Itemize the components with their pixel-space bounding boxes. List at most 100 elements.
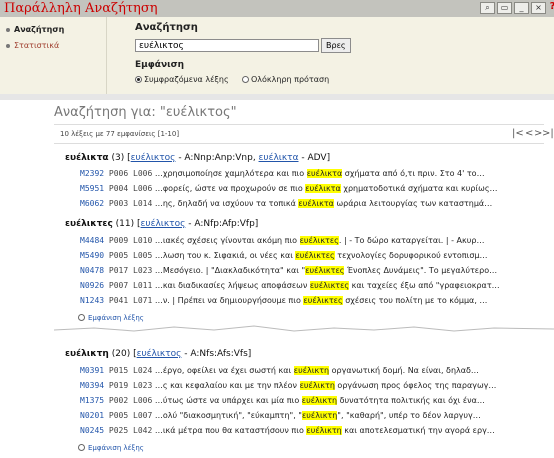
keyword-highlight: ευέλικτη	[301, 396, 338, 405]
paragraph-ref: P015	[108, 366, 129, 375]
search-panel-title: Αναζήτηση	[135, 22, 198, 33]
find-window-button[interactable]: ⌕	[480, 2, 495, 14]
sentence-id-link[interactable]: M2392	[80, 169, 104, 178]
paragraph-ref: P006	[108, 169, 129, 178]
sentence-id-link[interactable]: N0926	[80, 281, 104, 290]
search-button[interactable]: Βρες	[321, 38, 351, 53]
paragraph-ref: P009	[108, 236, 129, 245]
torn-edge-divider	[54, 325, 554, 332]
radio-label: Συμφραζόμενα λέξης	[144, 75, 229, 84]
pager-first-button[interactable]: |<	[512, 128, 524, 139]
help-button[interactable]: ?	[545, 2, 554, 14]
sentence-id-link[interactable]: M4484	[80, 236, 104, 245]
kwic-row: M4484 P009 L010 …ιακές σχέσεις γίνονται …	[80, 236, 550, 245]
keyword-highlight: ευέλικτη	[299, 381, 335, 390]
line-ref: L014	[133, 199, 153, 208]
pos-tag: - ADV]	[298, 153, 331, 163]
sentence-id-link[interactable]: M5951	[80, 184, 104, 193]
lemma-link[interactable]: ευέλικτος	[141, 219, 186, 229]
sentence-id-link[interactable]: M5490	[80, 251, 104, 260]
pager-last-button[interactable]: >|	[542, 128, 554, 139]
display-options-title: Εμφάνιση	[135, 60, 185, 70]
attach-window-button[interactable]: ▭	[497, 2, 512, 14]
word-group-header: ευέλικτες (11) [ευέλικτος - A:Nfp:Afp:Vf…	[65, 219, 259, 229]
bullet-icon	[6, 27, 10, 32]
divider	[54, 124, 544, 125]
lemma-link[interactable]: ευέλικτος	[131, 153, 176, 163]
line-ref: L042	[133, 426, 153, 435]
sentence-id-link[interactable]: M0394	[80, 381, 104, 390]
sentence-id-link[interactable]: M6062	[80, 199, 104, 208]
lemma-link[interactable]: ευέλικτα	[259, 153, 299, 163]
radio-label: Ολόκληρη πρόταση	[251, 75, 330, 84]
minimize-window-button[interactable]: _	[514, 2, 529, 14]
paragraph-ref: P019	[108, 381, 129, 390]
right-context: τεχνολογίες δορυφορικού εντοπισμ…	[334, 251, 488, 260]
word-count: (20)	[111, 349, 131, 359]
right-context: δυνατότητα πολιτικής και όχι ένα…	[337, 396, 485, 405]
search-input[interactable]	[135, 39, 319, 52]
right-context: χρηματοδοτικά σχήματα και κυρίως…	[340, 184, 498, 193]
keyword-highlight: ευέλικτα	[306, 169, 343, 178]
kwic-row: N0926 P007 L011 …και διαδικασίες λήψεως …	[80, 281, 550, 290]
pos-tag: - A:Nfp:Afp:Vfp]	[185, 219, 259, 229]
sentence-id-link[interactable]: N1243	[80, 296, 104, 305]
kwic-row: N0245 P025 L042 …ικά μέτρα που θα καταστ…	[80, 426, 550, 435]
word-group-header: ευέλικτα (3) [ευέλικτος - A:Nnp:Anp:Vnp,…	[65, 153, 331, 163]
sidebar-item-search[interactable]: Αναζήτηση	[6, 25, 64, 34]
line-ref: L023	[133, 266, 153, 275]
radio-word-context[interactable]: Συμφραζόμενα λέξης	[135, 75, 229, 84]
left-context: …Μεσόγειο. | "Διακλαδικότητα" και "	[154, 266, 306, 275]
show-word-button[interactable]: Εμφάνιση λέξης	[78, 314, 144, 322]
paragraph-ref: P002	[108, 396, 129, 405]
sentence-id-link[interactable]: M0391	[80, 366, 104, 375]
keyword-highlight: ευέλικτες	[303, 296, 343, 305]
sentence-id-link[interactable]: N0245	[80, 426, 104, 435]
keyword-highlight: ευέλικτη	[306, 426, 342, 435]
keyword-highlight: ευέλικτη	[301, 411, 338, 420]
line-ref: L005	[133, 251, 153, 260]
kwic-row: N0478 P017 L023 …Μεσόγειο. | "Διακλαδικό…	[80, 266, 550, 275]
right-context: οργάνωση προς όφελος της παραγωγ…	[334, 381, 497, 390]
kwic-row: N0201 P005 L007 …ολύ "διακοσμητική", "εύ…	[80, 411, 550, 420]
pager-prev-button[interactable]: <	[525, 128, 533, 139]
left-context: …ολύ "διακοσμητική", "εύκαμπτη", "	[154, 411, 302, 420]
word-count: (11)	[115, 219, 135, 229]
kwic-row: M2392 P006 L006 …χρησιμοποίησε χαμηλότερ…	[80, 169, 550, 178]
paragraph-ref: P005	[108, 251, 129, 260]
left-context: …ικά μέτρα που θα καταστήσουν πιο	[154, 426, 307, 435]
keyword-highlight: ευέλικτες	[309, 281, 350, 290]
paragraph-ref: P005	[108, 411, 129, 420]
keyword-highlight: ευέλικτα	[298, 199, 334, 208]
right-context: σχήματα από ό,τι πριν. Στο 4' το…	[342, 169, 485, 178]
right-context: και ταχείες έξω από "γραφειοκρατ…	[349, 281, 500, 290]
line-ref: L024	[133, 366, 153, 375]
kwic-row: M5951 P004 L006 …φορείς, ώστε να προχωρο…	[80, 184, 550, 193]
kwic-row: M6062 P003 L014 …ης, δηλαδή να ισχύουν τ…	[80, 199, 550, 208]
title-bar: Παράλληλη Αναζήτηση ⌕ ▭ _ × ?	[0, 0, 554, 17]
paragraph-ref: P041	[108, 296, 129, 305]
lemma-link[interactable]: ευέλικτος	[137, 349, 182, 359]
kwic-row: N1243 P041 L071 …ν. | Πρέπει να δημιουργ…	[80, 296, 550, 305]
keyword-highlight: ευέλικτες	[295, 251, 335, 260]
sentence-id-link[interactable]: N0478	[80, 266, 104, 275]
line-ref: L006	[133, 396, 153, 405]
paragraph-ref: P025	[108, 426, 129, 435]
left-context: …λωση του κ. Σιφακιά, οι νέες και	[154, 251, 296, 260]
close-window-button[interactable]: ×	[531, 2, 546, 14]
left-context: …χρησιμοποίησε χαμηλότερα και πιο	[154, 169, 307, 178]
magnifier-icon	[78, 314, 85, 321]
left-context: …έργο, οφείλει να έχει σωστή και	[154, 366, 294, 375]
kwic-row: M1375 P002 L006 …ύτως ώστε να υπάρχει κα…	[80, 396, 550, 405]
right-context: Ένοπλες Δυνάμεις". Το μεγαλύτερο…	[344, 266, 498, 275]
section-divider	[0, 94, 554, 100]
radio-full-sentence[interactable]: Ολόκληρη πρόταση	[242, 75, 329, 84]
sentence-id-link[interactable]: M1375	[80, 396, 104, 405]
sentence-id-link[interactable]: N0201	[80, 411, 104, 420]
line-ref: L006	[133, 184, 153, 193]
show-word-button[interactable]: Εμφάνιση λέξης	[78, 444, 144, 452]
paragraph-ref: P004	[108, 184, 129, 193]
sidebar-item-statistics[interactable]: Στατιστικά	[6, 41, 59, 50]
kwic-row: M5490 P005 L005 …λωση του κ. Σιφακιά, οι…	[80, 251, 550, 260]
radio-unchecked-icon	[242, 76, 249, 83]
